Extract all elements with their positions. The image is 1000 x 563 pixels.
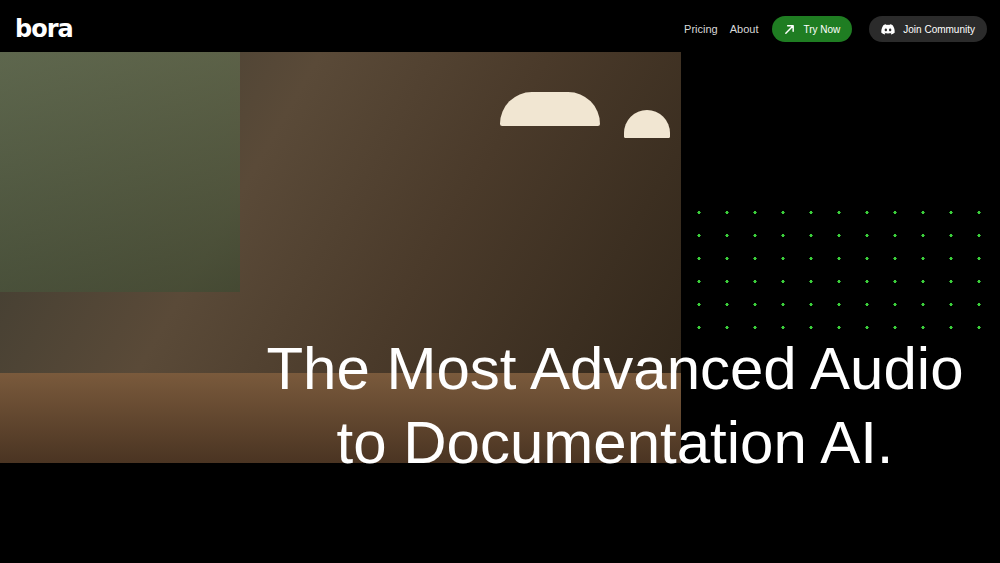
top-bar: bora Pricing About Try Now Join Community — [0, 0, 1000, 52]
landing-page: bora Pricing About Try Now Join Community The… — [0, 0, 1000, 563]
headline-line: to Documentation AI. — [337, 406, 894, 480]
dot-grid — [681, 199, 1000, 339]
logo[interactable]: bora — [15, 16, 73, 42]
join-community-label: Join Community — [903, 24, 975, 35]
headline-line: The Most Advanced Audio — [266, 332, 963, 406]
hero-side — [681, 52, 1000, 563]
nav-link[interactable]: Pricing — [684, 23, 718, 35]
hero: The Most Advanced Audioto Documentation … — [0, 52, 1000, 563]
lamp-shape — [624, 110, 670, 138]
try-now-button[interactable]: Try Now — [772, 16, 852, 42]
arrow-up-right-icon — [784, 24, 795, 35]
try-now-label: Try Now — [803, 24, 840, 35]
lamp-shape — [500, 92, 600, 126]
headline: The Most Advanced Audioto Documentation … — [230, 332, 1000, 480]
discord-icon — [881, 24, 895, 35]
nav-link[interactable]: About — [730, 23, 759, 35]
nav: Pricing About Try Now Join Community — [684, 16, 987, 42]
join-community-button[interactable]: Join Community — [869, 16, 987, 42]
window-shape — [0, 52, 240, 292]
